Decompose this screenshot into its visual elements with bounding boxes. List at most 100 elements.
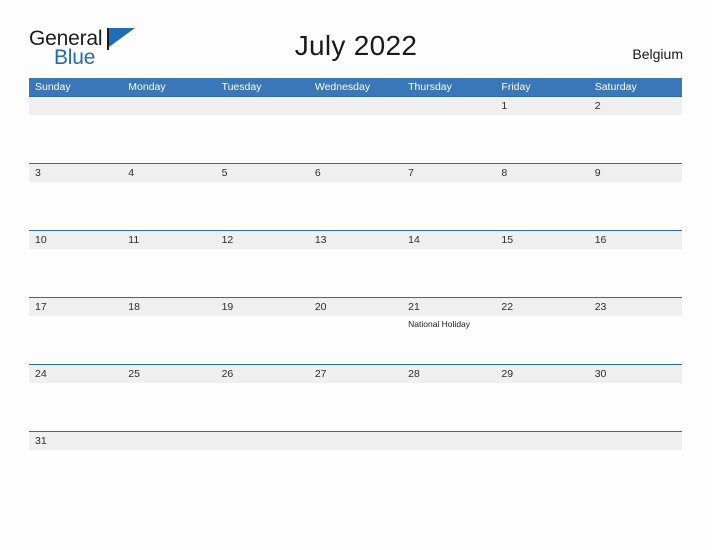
- day-number: 20: [314, 301, 327, 313]
- calendar-day-cell[interactable]: 30: [589, 365, 682, 430]
- calendar-day-cell[interactable]: 4: [122, 164, 215, 229]
- day-number: 31: [35, 435, 47, 447]
- day-number: 30: [594, 368, 607, 380]
- weekday-header-saturday: Saturday: [594, 81, 637, 93]
- calendar-day-cell[interactable]: [122, 432, 215, 497]
- weekday-header-tuesday: Tuesday: [221, 81, 262, 93]
- calendar-grid: Sunday Monday Tuesday Wednesday Thursday…: [29, 78, 682, 498]
- day-number: 15: [501, 234, 514, 246]
- calendar-day-cell[interactable]: 7: [402, 164, 495, 229]
- calendar-week-row: 17 18 19 20 21 National Holiday 22 23: [29, 297, 682, 364]
- day-number: 25: [128, 368, 140, 380]
- day-number: 26: [221, 368, 234, 380]
- calendar-page: General Blue July 2022 Belgium Sunday Mo…: [0, 0, 712, 550]
- calendar-day-cell[interactable]: [309, 432, 402, 497]
- calendar-day-cell[interactable]: [29, 97, 122, 162]
- calendar-day-cell[interactable]: 21 National Holiday: [402, 298, 495, 363]
- week-cells: 24 25 26 27 28 29 30: [29, 365, 682, 430]
- day-number: 10: [35, 234, 47, 246]
- day-number: 3: [35, 167, 41, 179]
- calendar-day-cell[interactable]: 8: [495, 164, 588, 229]
- calendar-day-cell[interactable]: 13: [309, 231, 402, 296]
- weekday-header-sunday: Sunday: [35, 81, 71, 93]
- day-number: 13: [314, 234, 327, 246]
- calendar-day-cell[interactable]: 18: [122, 298, 215, 363]
- calendar-day-cell[interactable]: [589, 432, 682, 497]
- calendar-day-cell[interactable]: 25: [122, 365, 215, 430]
- calendar-week-row: 3 4 5 6 7 8 9: [29, 163, 682, 230]
- day-number: 5: [221, 167, 228, 179]
- calendar-day-cell[interactable]: 22: [495, 298, 588, 363]
- calendar-week-row: 10 11 12 13 14 15 16: [29, 230, 682, 297]
- calendar-day-cell[interactable]: [309, 97, 402, 162]
- calendar-day-cell[interactable]: 6: [309, 164, 402, 229]
- calendar-day-cell[interactable]: 28: [402, 365, 495, 430]
- calendar-day-cell[interactable]: 2: [589, 97, 682, 162]
- day-number: 22: [501, 301, 514, 313]
- calendar-day-cell[interactable]: 12: [216, 231, 309, 296]
- weekday-header-thursday: Thursday: [408, 81, 452, 93]
- weekday-header-row: Sunday Monday Tuesday Wednesday Thursday…: [29, 78, 682, 96]
- week-cells: 1 2: [29, 97, 682, 162]
- calendar-day-cell[interactable]: 14: [402, 231, 495, 296]
- day-number: 9: [594, 167, 601, 179]
- calendar-day-cell[interactable]: 17: [29, 298, 122, 363]
- day-number: 4: [128, 167, 135, 179]
- calendar-day-cell[interactable]: 9: [589, 164, 682, 229]
- day-number: 24: [35, 368, 47, 380]
- calendar-day-cell[interactable]: [122, 97, 215, 162]
- calendar-day-cell[interactable]: 26: [216, 365, 309, 430]
- day-event: National Holiday: [408, 319, 471, 329]
- day-number: 18: [128, 301, 140, 313]
- calendar-day-cell[interactable]: 31: [29, 432, 122, 497]
- weekday-header-monday: Monday: [128, 81, 166, 93]
- day-number: 12: [221, 234, 234, 246]
- day-number: [315, 97, 402, 115]
- calendar-day-cell[interactable]: 1: [495, 97, 588, 162]
- day-number: 8: [501, 167, 508, 179]
- day-number: 17: [35, 301, 47, 313]
- day-number: 7: [408, 167, 414, 179]
- day-number: 14: [408, 234, 420, 246]
- calendar-day-cell[interactable]: 11: [122, 231, 215, 296]
- day-number: 21: [408, 301, 420, 313]
- day-number: [128, 432, 215, 450]
- page-title: July 2022: [294, 30, 418, 61]
- calendar-day-cell[interactable]: 20: [309, 298, 402, 363]
- day-number: 23: [594, 301, 607, 313]
- day-number: [315, 432, 402, 450]
- calendar-day-cell[interactable]: [495, 432, 588, 497]
- calendar-week-row: 31: [29, 431, 682, 498]
- day-number: 11: [128, 234, 140, 246]
- calendar-day-cell[interactable]: 5: [216, 164, 309, 229]
- day-number: [35, 97, 122, 115]
- day-number: [595, 432, 682, 450]
- calendar-day-cell[interactable]: [402, 432, 495, 497]
- weekday-header-wednesday: Wednesday: [314, 81, 371, 93]
- day-number: 29: [501, 368, 514, 380]
- day-number: 1: [501, 100, 508, 112]
- calendar-day-cell[interactable]: 3: [29, 164, 122, 229]
- calendar-day-cell[interactable]: 27: [309, 365, 402, 430]
- calendar-day-cell[interactable]: [402, 97, 495, 162]
- calendar-day-cell[interactable]: 24: [29, 365, 122, 430]
- weekday-header-friday: Friday: [501, 81, 531, 93]
- calendar-day-cell[interactable]: 15: [495, 231, 588, 296]
- day-number: [501, 432, 588, 450]
- calendar-day-cell[interactable]: 19: [216, 298, 309, 363]
- day-number: 28: [408, 368, 420, 380]
- calendar-week-row: 24 25 26 27 28 29 30: [29, 364, 682, 431]
- week-cells: 10 11 12 13 14 15 16: [29, 231, 682, 296]
- day-number: [222, 432, 309, 450]
- calendar-day-cell[interactable]: 23: [589, 298, 682, 363]
- calendar-day-cell[interactable]: [216, 432, 309, 497]
- calendar-day-cell[interactable]: 16: [589, 231, 682, 296]
- day-number: 16: [594, 234, 607, 246]
- day-number: 2: [594, 100, 601, 112]
- calendar-day-cell[interactable]: [216, 97, 309, 162]
- calendar-day-cell[interactable]: 29: [495, 365, 588, 430]
- week-cells: 31: [29, 432, 682, 497]
- day-number: 6: [314, 167, 321, 179]
- calendar-day-cell[interactable]: 10: [29, 231, 122, 296]
- country-label: Belgium: [632, 46, 683, 62]
